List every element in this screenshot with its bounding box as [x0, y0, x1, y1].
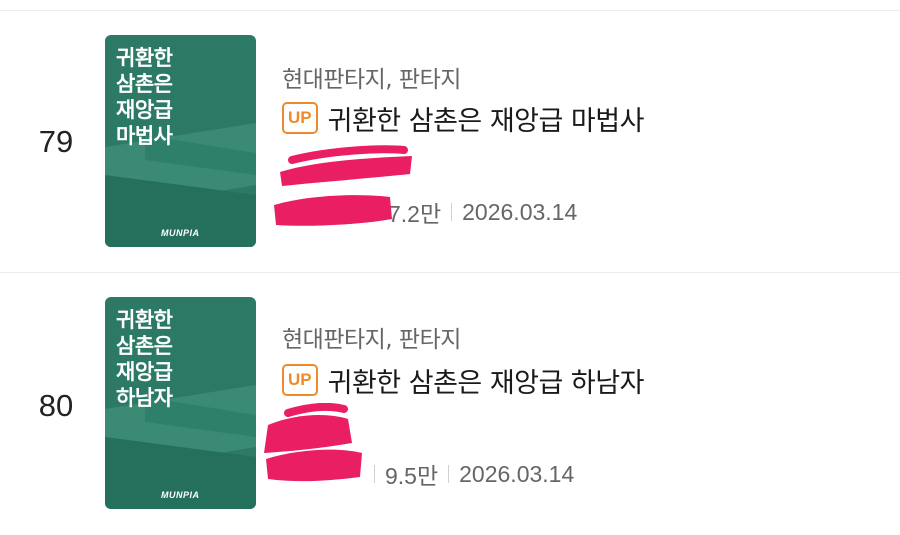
- title-line[interactable]: UP 귀환한 삼촌은 재앙급 하남자: [282, 361, 645, 400]
- redaction-scribble: [274, 195, 392, 226]
- book-title[interactable]: 귀환한 삼촌은 재앙급 마법사: [328, 99, 645, 138]
- date: 2026.03.14: [459, 460, 575, 487]
- book-cover[interactable]: 귀환한 삼촌은 재앙급 마법사 MUNPIA: [105, 35, 256, 247]
- title-line[interactable]: UP 귀환한 삼촌은 재앙급 마법사: [282, 99, 645, 138]
- munpia-logo: MUNPIA: [161, 228, 200, 238]
- rank-number: 79: [38, 124, 74, 159]
- book-cover[interactable]: 귀환한 삼촌은 재앙급 하남자 MUNPIA: [105, 297, 256, 509]
- view-count: 9.5만: [385, 463, 439, 489]
- cover-title: 귀환한 삼촌은 재앙급 하남자: [116, 308, 173, 410]
- date: 2026.03.14: [462, 198, 578, 225]
- munpia-logo: MUNPIA: [161, 490, 200, 500]
- meta-line: 9.5만 2026.03.14: [364, 457, 574, 491]
- meta-line: 7.2만 2026.03.14: [388, 195, 577, 229]
- cover-title: 귀환한 삼촌은 재앙급 마법사: [116, 46, 173, 148]
- book-title[interactable]: 귀환한 삼촌은 재앙급 하남자: [328, 361, 645, 400]
- genre-label: 현대판타지, 판타지: [282, 67, 461, 93]
- list-item[interactable]: 79 귀환한 삼촌은 재앙급 마법사 MUNPIA 현대판타지, 판타지 UP …: [0, 11, 900, 273]
- rank-number: 80: [38, 388, 74, 423]
- redaction-scribble: [264, 403, 362, 482]
- separator: [448, 465, 450, 483]
- separator: [451, 203, 453, 221]
- genre-label: 현대판타지, 판타지: [282, 327, 461, 353]
- list-item[interactable]: 80 귀환한 삼촌은 재앙급 하남자 MUNPIA 현대판타지, 판타지 UP …: [0, 273, 900, 535]
- redaction-scribble: [280, 145, 412, 186]
- separator: [374, 465, 375, 483]
- up-badge: UP: [282, 364, 318, 396]
- up-badge: UP: [282, 102, 318, 134]
